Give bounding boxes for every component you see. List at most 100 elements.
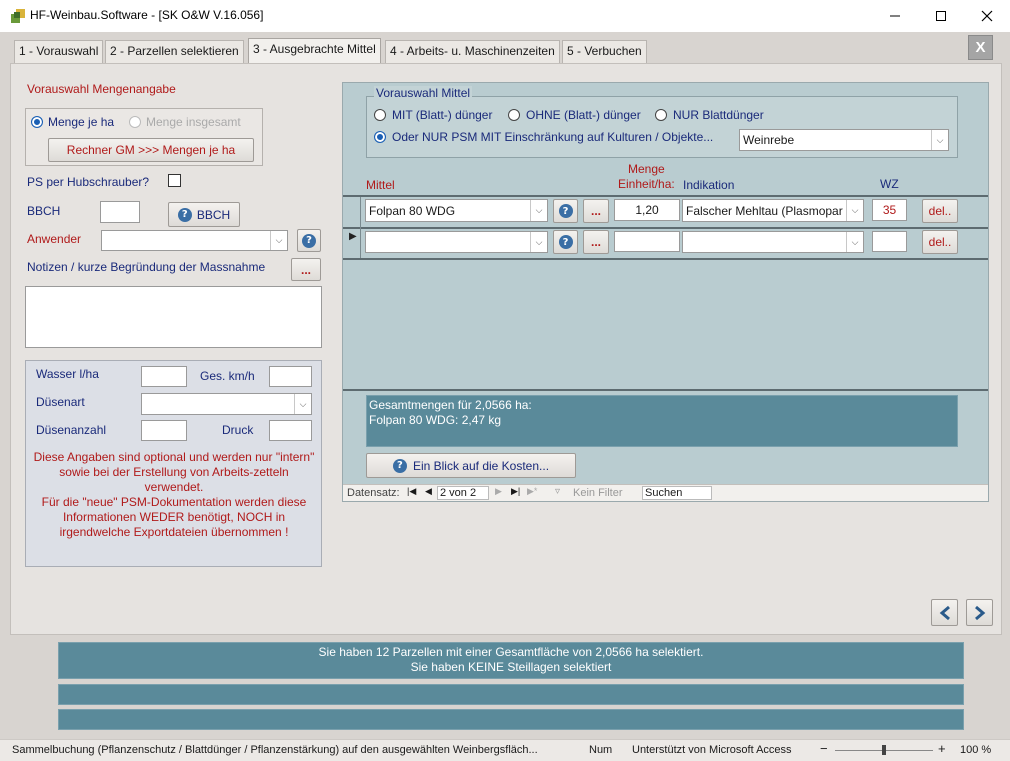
druck-input[interactable] xyxy=(269,420,312,441)
minimize-button[interactable] xyxy=(872,0,918,32)
radio-selected-icon xyxy=(374,131,386,143)
row2-menge-input[interactable] xyxy=(614,231,680,252)
close-window-button[interactable] xyxy=(964,0,1010,32)
vorauswahl-mittel-title: Vorauswahl Mittel xyxy=(374,86,473,100)
wasser-label: Wasser l/ha xyxy=(36,367,99,381)
row2-indikation-combo[interactable]: ⌵ xyxy=(682,231,864,253)
row1-indikation-combo[interactable]: Falscher Mehltau (Plasmopar ⌵ xyxy=(682,199,864,222)
next-record-icon[interactable]: ▶ xyxy=(495,486,502,497)
radio-disabled-icon xyxy=(129,116,141,128)
chevron-left-icon xyxy=(939,605,950,620)
zoom-in-icon[interactable]: + xyxy=(938,741,946,756)
help-icon: ? xyxy=(558,235,573,249)
app-logo-icon xyxy=(10,8,26,24)
zoom-out-icon[interactable]: − xyxy=(820,741,828,756)
column-header-wz: WZ xyxy=(880,177,899,191)
zoom-slider-thumb[interactable] xyxy=(882,745,886,755)
chevron-down-icon: ⌵ xyxy=(846,232,863,252)
new-record-icon[interactable]: ▶* xyxy=(527,486,537,497)
tab-parzellen[interactable]: 2 - Parzellen selektieren xyxy=(105,40,244,63)
radio-icon xyxy=(655,109,667,121)
druck-label: Druck xyxy=(222,423,254,437)
anwender-label: Anwender xyxy=(27,232,82,246)
footer-divider xyxy=(343,389,988,391)
status-bar: Sammelbuchung (Pflanzenschutz / Blattdün… xyxy=(0,739,1010,761)
row2-more-button[interactable]: ... xyxy=(583,230,609,254)
row1-menge-input[interactable]: 1,20 xyxy=(614,199,680,221)
radio-nur-psm[interactable]: Oder NUR PSM MIT Einschränkung auf Kultu… xyxy=(374,130,713,144)
row1-wz-input[interactable]: 35 xyxy=(872,199,907,221)
search-input[interactable]: Suchen xyxy=(642,486,712,500)
vorauswahl-mengen-heading: Vorauswahl Mengenangabe xyxy=(27,82,176,96)
first-record-icon[interactable]: |◀ xyxy=(407,486,416,497)
tab-verbuchen[interactable]: 5 - Verbuchen xyxy=(562,40,647,63)
record-position-input[interactable]: 2 von 2 xyxy=(437,486,489,500)
row2-help-button[interactable]: ? xyxy=(553,230,578,254)
row1-help-button[interactable]: ? xyxy=(553,199,578,223)
column-header-menge: Menge xyxy=(628,162,665,176)
last-record-icon[interactable]: ▶| xyxy=(511,486,520,497)
info-bar-empty-2 xyxy=(58,709,964,730)
notizen-more-button[interactable]: ... xyxy=(291,258,321,281)
geschwindigkeit-label: Ges. km/h xyxy=(200,369,255,383)
duesenanzahl-input[interactable] xyxy=(141,420,187,441)
tab-arbeitszeiten[interactable]: 4 - Arbeits- u. Maschinenzeiten xyxy=(385,40,560,63)
maximize-button[interactable] xyxy=(918,0,964,32)
filter-status[interactable]: Kein Filter xyxy=(573,487,623,499)
row2-mittel-combo[interactable]: ⌵ xyxy=(365,231,548,253)
tab-ausgebrachte-mittel[interactable]: 3 - Ausgebrachte Mittel xyxy=(248,38,381,64)
window-title: HF-Weinbau.Software - [SK O&W V.16.056] xyxy=(30,8,264,22)
row1-delete-button[interactable]: del.. xyxy=(922,199,958,223)
grid-line xyxy=(343,227,988,229)
radio-menge-je-ha[interactable]: Menge je ha xyxy=(31,115,114,129)
kosten-button[interactable]: ? Ein Blick auf die Kosten... xyxy=(366,453,576,478)
ps-hubschrauber-label: PS per Hubschrauber? xyxy=(27,175,150,189)
close-form-button[interactable]: X xyxy=(968,35,993,60)
title-bar: HF-Weinbau.Software - [SK O&W V.16.056] xyxy=(0,0,1010,32)
info-bar-empty-1 xyxy=(58,684,964,705)
row2-wz-input[interactable] xyxy=(872,231,907,252)
rechner-button[interactable]: Rechner GM >>> Mengen je ha xyxy=(48,138,254,162)
next-page-button[interactable] xyxy=(966,599,993,626)
selection-info-bar: Sie haben 12 Parzellen mit einer Gesamtf… xyxy=(58,642,964,679)
bbch-button[interactable]: ? BBCH xyxy=(168,202,240,227)
datensatz-label: Datensatz: xyxy=(347,487,400,499)
row1-more-button[interactable]: ... xyxy=(583,199,609,223)
radio-ohne-duenger[interactable]: OHNE (Blatt-) dünger xyxy=(508,108,641,122)
kultur-value: Weinrebe xyxy=(743,133,795,147)
gesamtmengen-line2: Folpan 80 WDG: 2,47 kg xyxy=(369,413,502,427)
previous-record-icon[interactable]: ◀ xyxy=(425,486,432,497)
duesenart-label: Düsenart xyxy=(36,395,85,409)
kultur-combo[interactable]: Weinrebe ⌵ xyxy=(739,129,949,151)
radio-nur-blattduenger[interactable]: NUR Blattdünger xyxy=(655,108,764,122)
grid-line xyxy=(343,195,988,197)
tab-vorauswahl[interactable]: 1 - Vorauswahl xyxy=(14,40,104,63)
chevron-down-icon: ⌵ xyxy=(294,394,311,414)
notizen-textarea[interactable] xyxy=(25,286,322,348)
duesenart-combo[interactable]: ⌵ xyxy=(141,393,312,415)
zoom-slider[interactable] xyxy=(835,745,933,755)
chevron-down-icon: ⌵ xyxy=(846,200,863,221)
radio-icon xyxy=(508,109,520,121)
selection-info-line2: Sie haben KEINE Steillagen selektiert xyxy=(410,660,612,674)
row2-delete-button[interactable]: del.. xyxy=(922,230,958,254)
column-header-mittel: Mittel xyxy=(366,178,395,192)
optional-info-text: Diese Angaben sind optional und werden n… xyxy=(33,450,315,539)
anwender-combo[interactable]: ⌵ xyxy=(101,230,288,251)
chevron-down-icon: ⌵ xyxy=(931,130,948,150)
selection-info-line1: Sie haben 12 Parzellen mit einer Gesamtf… xyxy=(318,645,704,659)
status-message: Sammelbuchung (Pflanzenschutz / Blattdün… xyxy=(12,744,538,756)
hubschrauber-checkbox[interactable] xyxy=(168,174,181,187)
close-icon xyxy=(981,10,993,22)
radio-selected-icon xyxy=(31,116,43,128)
radio-menge-insgesamt[interactable]: Menge insgesamt xyxy=(129,115,241,129)
bbch-input[interactable] xyxy=(100,201,140,223)
anwender-help-button[interactable]: ? xyxy=(297,229,321,252)
geschwindigkeit-input[interactable] xyxy=(269,366,312,387)
row1-mittel-combo[interactable]: Folpan 80 WDG ⌵ xyxy=(365,199,548,222)
radio-mit-duenger[interactable]: MIT (Blatt-) dünger xyxy=(374,108,492,122)
column-header-indikation: Indikation xyxy=(683,178,735,192)
previous-page-button[interactable] xyxy=(931,599,958,626)
wasser-input[interactable] xyxy=(141,366,187,387)
filter-icon: ▿ xyxy=(555,486,561,497)
